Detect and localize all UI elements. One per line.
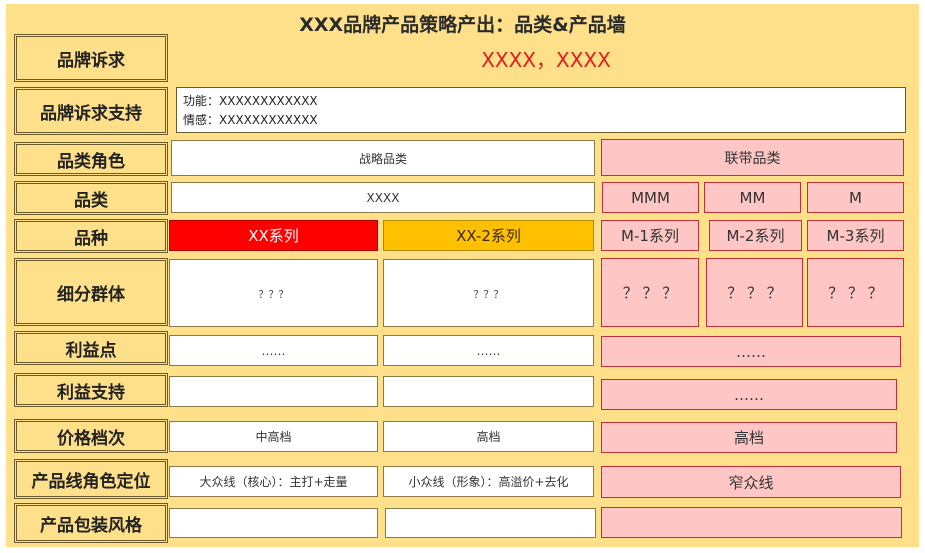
- segment-cell: ？？？: [383, 259, 594, 327]
- price-tier-cell: 高档: [601, 422, 897, 453]
- price-tier-cell: 中高档: [169, 421, 378, 452]
- category-linked-mmm: MMM: [602, 182, 699, 213]
- benefit-cell: ……: [169, 335, 378, 366]
- label-packaging: 产品包装风格: [14, 503, 168, 543]
- packaging-cell: [385, 508, 596, 538]
- category-role-strategic: 战略品类: [171, 140, 595, 176]
- label-variety: 品种: [14, 219, 168, 253]
- page-title: XXX品牌产品策略产出：品类&产品墙: [299, 14, 626, 36]
- benefit-support-cell: [169, 376, 378, 407]
- variety-xx2-series: XX-2系列: [383, 220, 594, 251]
- claim-support-emotional: 情感：XXXXXXXXXXXX: [183, 113, 318, 127]
- label-benefit-support: 利益支持: [14, 373, 168, 407]
- benefit-support-cell: [383, 376, 594, 407]
- variety-m2-series: M-2系列: [709, 220, 802, 251]
- segment-cell: ？ ？ ？: [807, 258, 904, 327]
- packaging-cell: [169, 508, 378, 538]
- line-role-cell: 小众线（形象）：高溢价+去化: [383, 466, 594, 497]
- label-price-tier: 价格档次: [14, 419, 168, 453]
- claim-support-box: 功能：XXXXXXXXXXXX 情感：XXXXXXXXXXXX: [176, 87, 906, 133]
- label-claim-support: 品牌诉求支持: [14, 87, 168, 135]
- segment-cell: ？ ？ ？: [706, 258, 803, 327]
- packaging-cell: [601, 507, 902, 538]
- line-role-cell: 窄众线: [601, 466, 901, 498]
- variety-m1-series: M-1系列: [601, 220, 699, 251]
- category-linked-m: M: [807, 182, 904, 213]
- claim-support-functional: 功能：XXXXXXXXXXXX: [183, 94, 318, 108]
- variety-xx-series: XX系列: [169, 220, 378, 251]
- category-role-linked: 联带品类: [601, 139, 904, 176]
- benefit-cell: ……: [601, 336, 901, 367]
- category-strategic: XXXX: [171, 182, 595, 213]
- line-role-cell: 大众线（核心）：主打+走量: [169, 466, 378, 497]
- label-segment: 细分群体: [14, 258, 168, 326]
- label-benefit: 利益点: [14, 331, 168, 365]
- price-tier-cell: 高档: [383, 421, 594, 452]
- benefit-cell: ……: [383, 335, 594, 366]
- category-linked-mm: MM: [704, 182, 801, 213]
- label-category: 品类: [14, 181, 168, 215]
- label-category-role: 品类角色: [14, 142, 168, 176]
- variety-m3-series: M-3系列: [807, 220, 904, 251]
- label-line-role: 产品线角色定位: [14, 459, 168, 499]
- segment-cell: ？ ？ ？: [601, 258, 699, 327]
- label-brand-claim: 品牌诉求: [14, 34, 168, 82]
- segment-cell: ？？？: [169, 259, 378, 327]
- brand-claim-text: XXXX，XXXX: [481, 48, 611, 72]
- benefit-support-cell: ……: [601, 379, 897, 410]
